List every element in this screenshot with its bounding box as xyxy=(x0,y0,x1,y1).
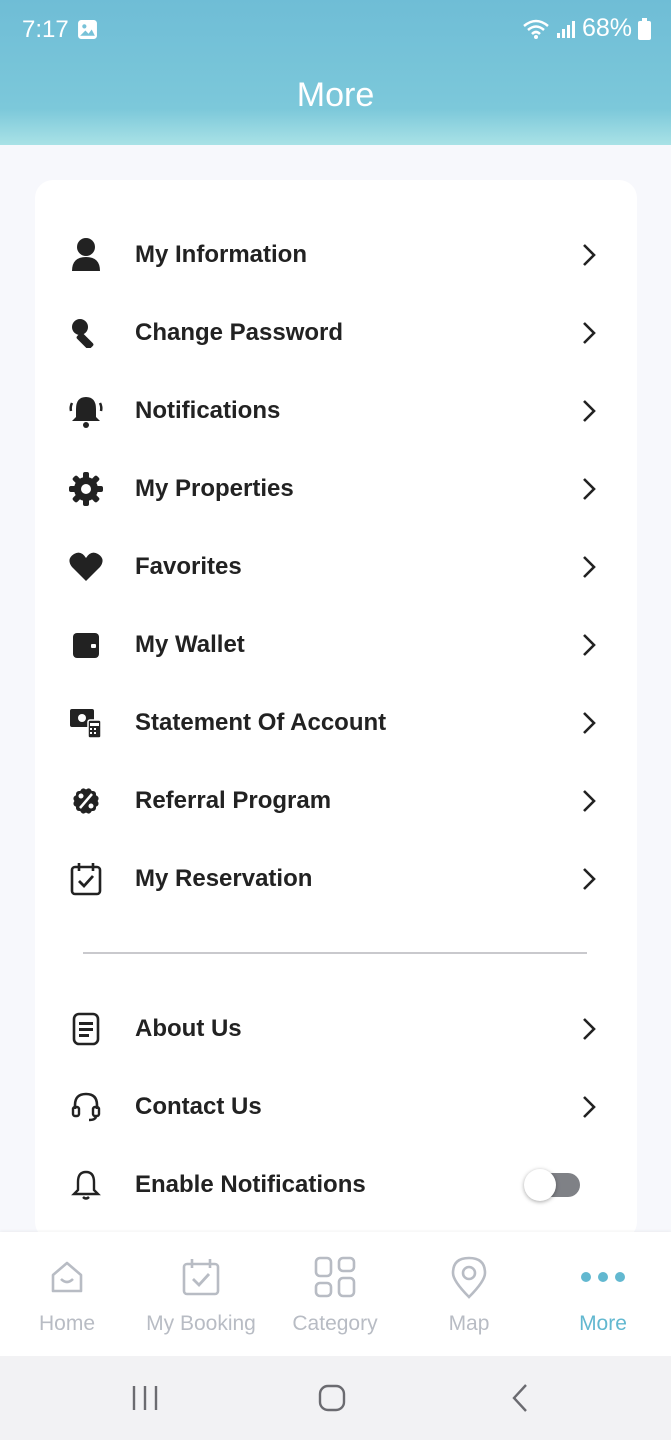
battery-icon xyxy=(638,17,651,40)
menu-item-my-properties[interactable]: My Properties xyxy=(35,454,637,524)
chevron-right-icon xyxy=(579,866,599,892)
menu-item-favorites[interactable]: Favorites xyxy=(35,532,637,602)
menu-item-label: Contact Us xyxy=(135,1093,262,1120)
money-calculator-icon xyxy=(68,705,104,741)
percent-badge-icon xyxy=(68,783,104,819)
bell-outline-icon xyxy=(68,1167,104,1203)
wifi-icon xyxy=(523,19,549,39)
image-icon xyxy=(78,20,97,39)
headset-icon xyxy=(68,1089,104,1125)
menu-item-label: Notifications xyxy=(135,397,281,424)
menu-item-label: My Properties xyxy=(135,475,294,502)
nav-category[interactable]: Category xyxy=(268,1232,402,1356)
nav-label: My Booking xyxy=(146,1312,256,1335)
menu-item-label: Enable Notifications xyxy=(135,1171,366,1198)
wallet-icon xyxy=(68,627,104,663)
menu-item-enable-notifications: Enable Notifications xyxy=(35,1150,637,1220)
bottom-navigation: Home My Booking Category Map More xyxy=(0,1232,671,1356)
chevron-right-icon xyxy=(579,242,599,268)
calendar-check-icon xyxy=(134,1252,268,1302)
app-header: 7:17 68% More xyxy=(0,0,671,145)
map-pin-icon xyxy=(402,1252,536,1302)
chevron-right-icon xyxy=(579,788,599,814)
menu-item-label: Referral Program xyxy=(135,787,332,814)
status-right-group: 68% xyxy=(522,14,651,43)
chevron-right-icon xyxy=(579,554,599,580)
user-icon xyxy=(68,237,104,273)
menu-item-label: Favorites xyxy=(135,553,242,580)
menu-item-referral-program[interactable]: Referral Program xyxy=(35,766,637,836)
nav-map[interactable]: Map xyxy=(402,1232,536,1356)
menu-item-label: My Reservation xyxy=(135,865,313,892)
menu-item-notifications[interactable]: Notifications xyxy=(35,376,637,446)
heart-icon xyxy=(68,549,104,585)
chevron-right-icon xyxy=(579,1016,599,1042)
status-bar: 7:17 68% xyxy=(0,0,671,60)
nav-home[interactable]: Home xyxy=(0,1232,134,1356)
nav-my-booking[interactable]: My Booking xyxy=(134,1232,268,1356)
menu-item-my-reservation[interactable]: My Reservation xyxy=(35,844,637,914)
signal-icon xyxy=(556,20,575,38)
chevron-right-icon xyxy=(579,320,599,346)
back-icon[interactable] xyxy=(508,1380,532,1416)
bell-ringing-icon xyxy=(68,393,104,429)
nav-label: Home xyxy=(38,1312,96,1335)
menu-item-about-us[interactable]: About Us xyxy=(35,994,637,1064)
status-time: 7:17 xyxy=(22,16,69,43)
toggle-knob xyxy=(524,1169,556,1201)
menu-divider xyxy=(83,952,587,954)
chevron-right-icon xyxy=(579,1094,599,1120)
chevron-right-icon xyxy=(579,632,599,658)
chevron-right-icon xyxy=(579,398,599,424)
menu-card: My Information Change Password Notificat… xyxy=(35,180,637,1240)
home-icon xyxy=(0,1252,134,1302)
page-title: More xyxy=(296,76,375,114)
menu-item-my-information[interactable]: My Information xyxy=(35,220,637,290)
gear-icon xyxy=(68,471,104,507)
notifications-toggle[interactable] xyxy=(524,1169,582,1201)
menu-item-my-wallet[interactable]: My Wallet xyxy=(35,610,637,680)
menu-item-change-password[interactable]: Change Password xyxy=(35,298,637,368)
grid-icon xyxy=(268,1252,402,1302)
home-system-icon[interactable] xyxy=(317,1380,347,1416)
recent-apps-icon[interactable] xyxy=(130,1380,160,1416)
menu-item-contact-us[interactable]: Contact Us xyxy=(35,1072,637,1142)
nav-label: Category xyxy=(292,1312,378,1335)
nav-label: More xyxy=(579,1312,627,1335)
system-navigation-bar xyxy=(0,1356,671,1440)
menu-item-label: Statement Of Account xyxy=(135,709,387,736)
battery-percentage: 68% xyxy=(581,14,632,42)
menu-item-label: My Wallet xyxy=(135,631,245,658)
menu-item-statement-of-account[interactable]: Statement Of Account xyxy=(35,688,637,758)
chevron-right-icon xyxy=(579,710,599,736)
menu-item-label: Change Password xyxy=(135,319,344,346)
key-icon xyxy=(68,315,104,351)
nav-more[interactable]: More xyxy=(536,1232,670,1356)
calendar-check-icon xyxy=(68,861,104,897)
menu-item-label: My Information xyxy=(135,241,307,268)
nav-label: Map xyxy=(448,1312,490,1335)
more-dots-icon xyxy=(536,1252,670,1302)
chevron-right-icon xyxy=(579,476,599,502)
document-icon xyxy=(68,1011,104,1047)
menu-item-label: About Us xyxy=(135,1015,242,1042)
